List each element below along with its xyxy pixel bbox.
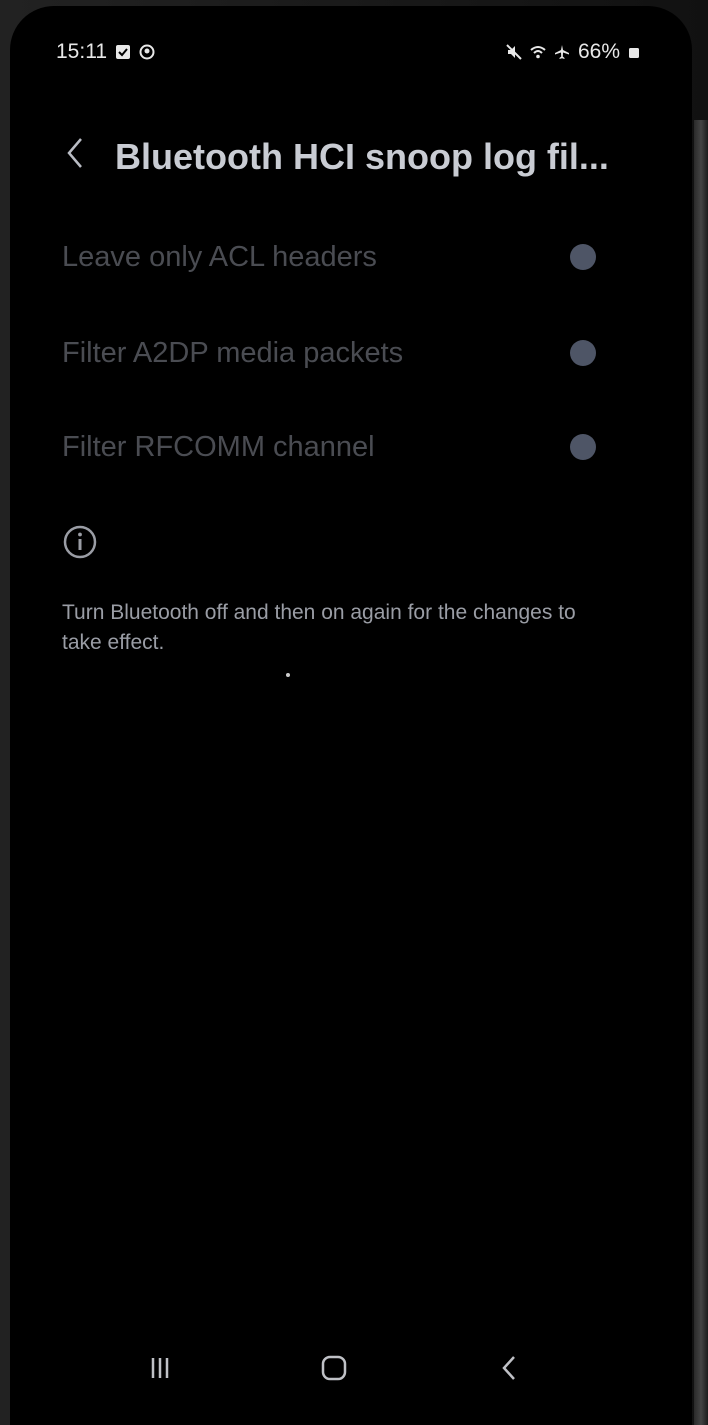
checklist-icon (116, 45, 130, 59)
recents-icon (151, 1358, 169, 1378)
status-left: 15:11 (56, 40, 155, 64)
option-filter-rfcomm[interactable]: Filter RFCOMM channel (50, 414, 608, 480)
wifi-icon (530, 46, 546, 59)
back-icon (502, 1356, 515, 1380)
battery-percent: 66% (577, 40, 620, 63)
nav-back-button[interactable] (484, 1336, 534, 1400)
battery-icon (629, 48, 639, 58)
option-label: Filter A2DP media packets (62, 336, 404, 369)
app-header: Bluetooth HCI snoop log fil... (10, 116, 692, 206)
recents-button[interactable] (135, 1336, 185, 1400)
option-filter-a2dp[interactable]: Filter A2DP media packets (50, 320, 608, 386)
back-button[interactable] (58, 120, 92, 186)
status-time: 15:11 (56, 40, 107, 63)
screen: 15:11 66% Bluetooth HCI snoop log fil...… (10, 6, 692, 1425)
mute-icon (506, 44, 522, 60)
option-label: Leave only ACL headers (62, 240, 377, 273)
page-title: Bluetooth HCI snoop log fil... (115, 136, 609, 177)
radio-button[interactable] (570, 340, 596, 366)
info-icon (63, 525, 97, 559)
home-icon (321, 1355, 347, 1381)
chevron-left-icon (67, 138, 82, 168)
radio-button[interactable] (570, 244, 596, 270)
home-button[interactable] (309, 1336, 359, 1400)
record-icon (139, 44, 155, 60)
option-leave-acl-headers[interactable]: Leave only ACL headers (50, 224, 608, 290)
info-message: Turn Bluetooth off and then on again for… (62, 601, 576, 654)
option-label: Filter RFCOMM channel (62, 430, 375, 463)
airplane-icon (554, 45, 569, 59)
status-bar: 15:11 66% (10, 40, 692, 70)
status-right: 66% (506, 40, 640, 64)
radio-button[interactable] (570, 434, 596, 460)
device-bezel (694, 120, 708, 1425)
touch-indicator (286, 673, 290, 677)
